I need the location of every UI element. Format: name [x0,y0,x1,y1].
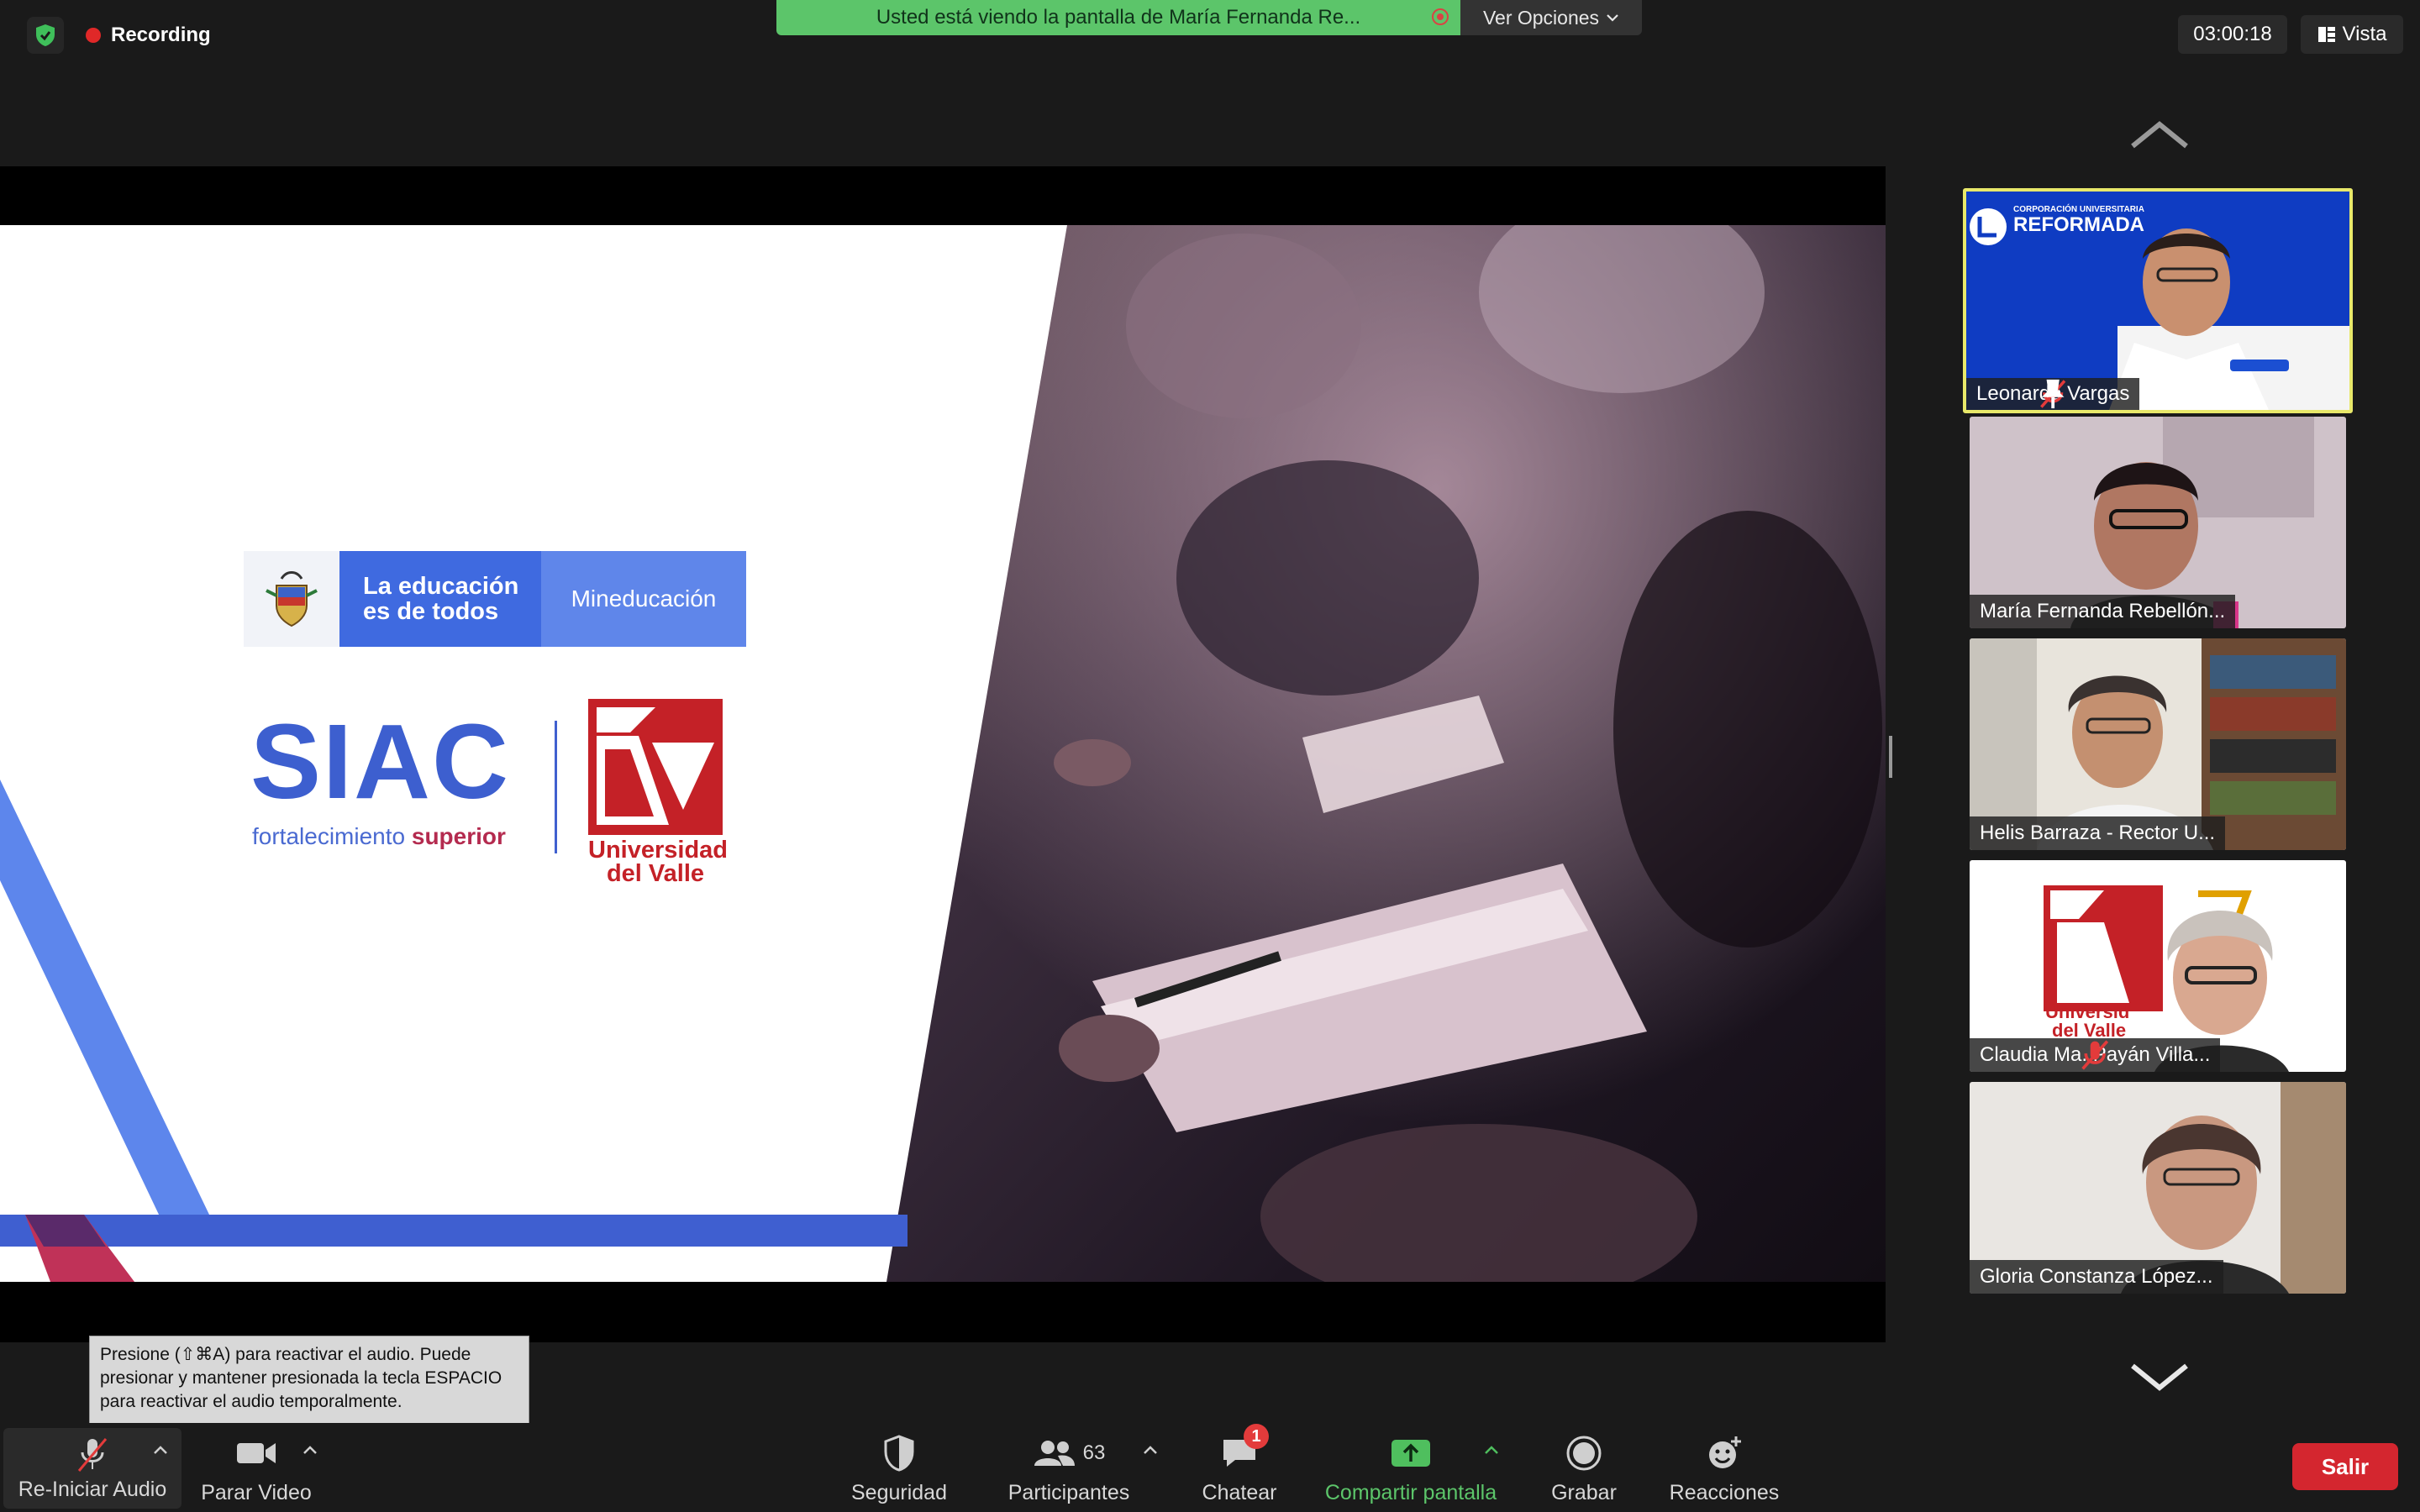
meeting-timer: 03:00:18 [2178,15,2287,54]
gov-logo-line1: La educación [363,573,519,600]
participant-name-tag: Gloria Constanza López... [1970,1260,2223,1294]
stop-viewing-icon[interactable] [1432,8,1449,25]
view-label: Vista [2342,23,2387,45]
video-camera-icon [237,1443,276,1463]
participant-tile-maria-fernanda[interactable]: María Fernanda Rebellón... [1970,417,2346,628]
video-options-caret-icon[interactable] [302,1445,318,1455]
colombia-coat-of-arms-icon [244,551,339,647]
univalle-line2: del Valle [606,860,705,887]
tile-background-line1: Universid [2045,1001,2130,1022]
gallery-scroll-up-icon[interactable] [2129,118,2190,151]
siac-subtitle-regular: fortalecimiento [252,823,406,849]
univalle-line1: Universidad [588,837,728,864]
share-options-caret-icon[interactable] [1484,1445,1499,1455]
view-options-button[interactable]: Ver Opciones [1460,0,1642,35]
chat-unread-badge: 1 [1244,1424,1269,1449]
participant-tile-leonardo-vargas[interactable]: CORPORACIÓN UNIVERSITARIA REFORMADA Leon… [1963,188,2353,413]
participant-name-tag: Helis Barraza - Rector U... [1970,816,2226,850]
view-options-label: Ver Opciones [1482,6,1600,29]
audio-options-caret-icon[interactable] [153,1445,168,1455]
share-label: Compartir pantalla [1324,1481,1497,1504]
audio-label: Re-Iniciar Audio [18,1478,167,1501]
record-button[interactable]: Grabar [1541,1423,1627,1512]
tile-brand-name: REFORMADA [2013,213,2144,236]
leave-meeting-button[interactable]: Salir [2292,1443,2398,1490]
pin-icon [2041,379,2065,409]
security-shield-icon[interactable] [27,17,64,54]
univalle-name: Universidad del Valle [588,837,728,887]
participants-icon [1034,1441,1075,1466]
participant-name-tag: Leonardo Vargas [1966,378,2140,410]
participants-options-caret-icon[interactable] [1143,1445,1158,1455]
shield-icon [884,1435,914,1472]
participant-name-tag: Claudia Ma. Payán Villa... [1970,1038,2221,1072]
tile-background-logo-text: Universid del Valle [2045,1003,2129,1040]
record-icon [1566,1436,1602,1471]
view-button[interactable]: Vista [2301,15,2403,54]
recording-dot-icon [86,28,101,43]
video-label: Parar Video [201,1481,312,1504]
participant-tile-claudia-payan[interactable]: Universid del Valle Claudia Ma. Payán Vi… [1970,860,2346,1072]
participant-tile-gloria-lopez[interactable]: Gloria Constanza López... [1970,1082,2346,1294]
security-button[interactable]: Seguridad [844,1423,955,1512]
mic-muted-icon [77,1438,108,1472]
gov-logo-line2: es de todos [363,598,499,625]
logo-divider [555,721,557,853]
presentation-slide: La educación es de todos Mineducación SI… [0,225,1886,1282]
stop-video-button[interactable]: Parar Video [200,1423,313,1512]
screen-share-banner: Usted está viendo la pantalla de María F… [776,0,1460,35]
participants-button[interactable]: 63 Participantes [998,1423,1139,1512]
meeting-toolbar: Re-Iniciar Audio Parar Video Seguridad 6… [0,1423,2420,1512]
gallery-scroll-down-icon[interactable] [2129,1361,2190,1394]
share-screen-button[interactable]: Compartir pantalla [1318,1423,1504,1512]
siac-title: SIAC [250,702,511,821]
share-screen-icon [1392,1440,1430,1467]
participant-name-tag: María Fernanda Rebellón... [1970,595,2236,628]
mic-muted-icon [2081,1040,2109,1070]
share-banner-text: Usted está viendo la pantalla de María F… [876,6,1361,29]
security-label: Seguridad [851,1481,947,1504]
chevron-down-icon [1607,14,1618,22]
siac-subtitle: fortalecimiento superior [252,823,506,850]
screen-split-handle[interactable] [1889,736,1892,778]
participants-label: Participantes [1007,1481,1130,1504]
government-logo: La educación es de todos Mineducación [244,551,746,647]
participant-name: Helis Barraza - Rector U... [1980,822,2216,844]
participant-name: María Fernanda Rebellón... [1980,600,2226,622]
univalle-logo-icon [588,699,723,835]
shared-screen[interactable]: La educación es de todos Mineducación SI… [0,166,1886,1342]
reactions-label: Reacciones [1669,1481,1780,1504]
recording-label: Recording [111,24,211,46]
gov-logo-ministry: Mineducación [541,551,746,647]
gallery-view-icon [2317,27,2335,42]
participant-tile-helis-barraza[interactable]: Helis Barraza - Rector U... [1970,638,2346,850]
chat-label: Chatear [1202,1481,1277,1504]
siac-subtitle-bold: superior [411,823,506,849]
chat-button[interactable]: 1 Chatear [1193,1423,1286,1512]
record-label: Grabar [1551,1481,1617,1504]
participant-name: Gloria Constanza López... [1980,1265,2213,1288]
recording-indicator[interactable]: Recording [86,20,211,50]
tile-background-line2: del Valle [2052,1020,2127,1041]
gov-logo-text: La educación es de todos [339,551,541,647]
unmute-audio-button[interactable]: Re-Iniciar Audio [3,1428,182,1509]
unmute-tooltip: Presione (⇧⌘A) para reactivar el audio. … [89,1336,529,1435]
add-reaction-icon [1709,1436,1741,1468]
reactions-button[interactable]: Reacciones [1665,1423,1783,1512]
participants-count: 63 [1082,1441,1106,1464]
